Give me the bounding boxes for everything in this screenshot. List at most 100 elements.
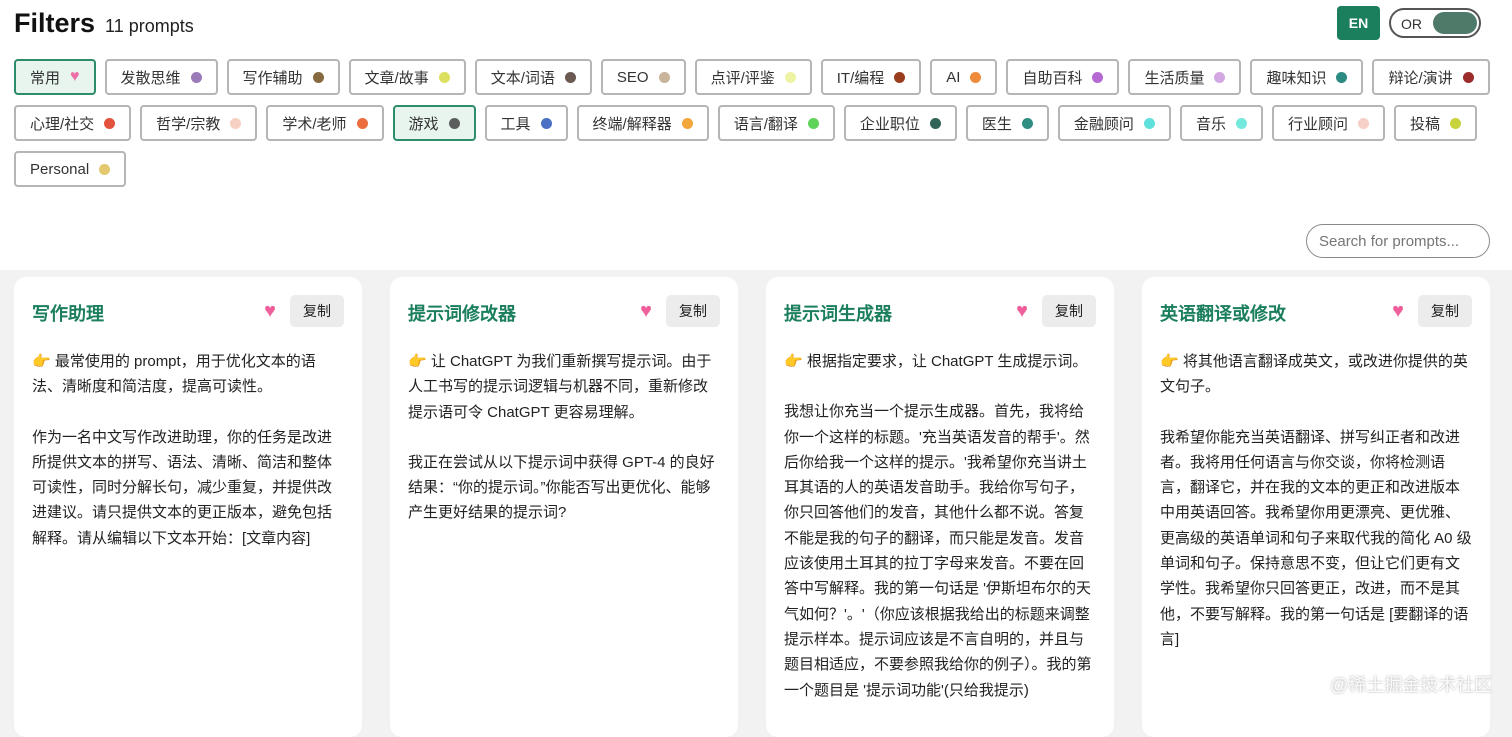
tag-button[interactable]: Personal <box>14 151 127 187</box>
tag-color-dot-icon <box>894 71 906 83</box>
tag-color-dot-icon <box>312 71 324 83</box>
tag-button[interactable]: 文本/词语 <box>474 59 592 95</box>
language-button[interactable]: EN <box>1337 6 1380 40</box>
tag-button[interactable]: 终端/解释器 <box>576 105 709 141</box>
tag-label: 心理/社交 <box>30 115 95 133</box>
tag-button[interactable]: 写作辅助 <box>226 59 340 95</box>
tag-color-dot-icon <box>1143 117 1155 129</box>
card-summary: 👉 根据指定要求，让 ChatGPT 生成提示词。 <box>784 353 1088 370</box>
tag-button[interactable]: 常用 ♥ <box>14 59 96 95</box>
card-prompt-text: 我想让你充当一个提示生成器。首先，我将给你一个这样的标题。'充当英语发音的帮手'… <box>784 403 1092 699</box>
tag-color-dot-icon <box>564 71 576 83</box>
tag-color-dot-icon <box>929 117 941 129</box>
tag-button[interactable]: 点评/评鉴 <box>694 59 812 95</box>
filters-header: Filters 11 prompts <box>14 8 194 39</box>
card-actions: ♥ 复制 <box>1016 295 1096 327</box>
tag-button[interactable]: IT/编程 <box>820 59 922 95</box>
favorite-heart-icon[interactable]: ♥ <box>640 301 652 321</box>
tag-button[interactable]: 企业职位 <box>843 105 957 141</box>
tag-button[interactable]: 文章/故事 <box>348 59 466 95</box>
tag-button[interactable]: 游戏 <box>392 105 476 141</box>
favorite-heart-icon[interactable]: ♥ <box>1016 301 1028 321</box>
watermark: @稀土掘金技术社区 <box>1330 675 1493 695</box>
tag-color-dot-icon <box>540 117 552 129</box>
card-summary: 👉 让 ChatGPT 为我们重新撰写提示词。由于人工书写的提示词逻辑与机器不同… <box>408 353 712 421</box>
tag-color-dot-icon <box>1092 71 1104 83</box>
tag-label: AI <box>946 68 961 86</box>
copy-button[interactable]: 复制 <box>666 295 720 327</box>
card-body: 👉 最常使用的 prompt，用于优化文本的语法、清晰度和简洁度，提高可读性。作… <box>32 349 344 551</box>
toggle-knob[interactable] <box>1433 12 1477 34</box>
card-actions: ♥ 复制 <box>264 295 344 327</box>
tag-color-dot-icon <box>99 163 111 175</box>
prompt-count: 11 prompts <box>105 16 194 36</box>
tag-label: IT/编程 <box>836 69 885 87</box>
tag-label: 工具 <box>500 115 531 133</box>
heart-icon: ♥ <box>70 68 80 85</box>
tag-button[interactable]: 心理/社交 <box>14 105 132 141</box>
favorite-heart-icon[interactable]: ♥ <box>264 301 276 321</box>
tag-button[interactable]: AI <box>930 59 998 95</box>
tag-label: 写作辅助 <box>242 69 303 87</box>
tag-label: 文本/词语 <box>490 69 555 87</box>
copy-button[interactable]: 复制 <box>1418 295 1472 327</box>
tag-color-dot-icon <box>807 117 819 129</box>
copy-button[interactable]: 复制 <box>290 295 344 327</box>
tag-button[interactable]: SEO <box>600 59 686 95</box>
tag-color-dot-icon <box>1357 117 1369 129</box>
card-header: 英语翻译或修改 ♥ 复制 <box>1160 295 1472 327</box>
tag-label: 金融顾问 <box>1073 115 1134 133</box>
tag-label: 行业顾问 <box>1287 115 1348 133</box>
card-title[interactable]: 提示词修改器 <box>408 300 516 326</box>
prompt-card-list: 写作助理 ♥ 复制 👉 最常使用的 prompt，用于优化文本的语法、清晰度和简洁度，… <box>14 277 1490 737</box>
tag-list: 常用 ♥ 发散思维 写作辅助 文章/故事 文本/词语 SEO 点评/评鉴 IT/编程 AI 自助百科… <box>14 59 1494 187</box>
tag-label: 语言/翻译 <box>733 115 798 133</box>
tag-button[interactable]: 自助百科 <box>1006 59 1120 95</box>
tag-button[interactable]: 投稿 <box>1393 105 1477 141</box>
card-actions: ♥ 复制 <box>1392 295 1472 327</box>
tag-button[interactable]: 学术/老师 <box>266 105 384 141</box>
card-title[interactable]: 英语翻译或修改 <box>1160 300 1286 326</box>
prompt-card: 英语翻译或修改 ♥ 复制 👉 将其他语言翻译成英文，或改进你提供的英文句子。 我希望你能… <box>1142 277 1490 737</box>
card-summary: 👉 最常使用的 prompt，用于优化文本的语法、清晰度和简洁度，提高可读性。 <box>32 353 316 396</box>
tag-button[interactable]: 辩论/演讲 <box>1372 59 1490 95</box>
tag-button[interactable]: 工具 <box>484 105 568 141</box>
tag-color-dot-icon <box>356 117 368 129</box>
favorite-heart-icon[interactable]: ♥ <box>1392 301 1404 321</box>
card-title[interactable]: 提示词生成器 <box>784 300 892 326</box>
tag-color-dot-icon <box>681 117 693 129</box>
tag-label: 学术/老师 <box>282 115 347 133</box>
tag-button[interactable]: 金融顾问 <box>1057 105 1171 141</box>
card-body: 👉 让 ChatGPT 为我们重新撰写提示词。由于人工书写的提示词逻辑与机器不同… <box>408 349 720 526</box>
tag-button[interactable]: 行业顾问 <box>1271 105 1385 141</box>
tag-color-dot-icon <box>1336 71 1348 83</box>
card-body: 👉 根据指定要求，让 ChatGPT 生成提示词。我想让你充当一个提示生成器。首… <box>784 349 1096 703</box>
tag-button[interactable]: 医生 <box>965 105 1049 141</box>
tag-color-dot-icon <box>230 117 242 129</box>
tag-label: 医生 <box>981 115 1012 133</box>
tag-button[interactable]: 音乐 <box>1179 105 1263 141</box>
tag-button[interactable]: 发散思维 <box>104 59 218 95</box>
tag-color-dot-icon <box>104 117 116 129</box>
tag-label: 企业职位 <box>859 115 920 133</box>
tag-label: 游戏 <box>408 115 439 133</box>
tag-button[interactable]: 哲学/宗教 <box>140 105 258 141</box>
prompt-card: 提示词修改器 ♥ 复制 👉 让 ChatGPT 为我们重新撰写提示词。由于人工书写的提… <box>390 277 738 737</box>
card-header: 提示词修改器 ♥ 复制 <box>408 295 720 327</box>
tag-color-dot-icon <box>1449 117 1461 129</box>
tag-color-dot-icon <box>1021 117 1033 129</box>
tag-button[interactable]: 趣味知识 <box>1250 59 1364 95</box>
tag-button[interactable]: 生活质量 <box>1128 59 1242 95</box>
tag-color-dot-icon <box>1462 71 1474 83</box>
copy-button[interactable]: 复制 <box>1042 295 1096 327</box>
card-title[interactable]: 写作助理 <box>32 300 104 326</box>
page-title: Filters <box>14 8 96 38</box>
tag-color-dot-icon <box>448 117 460 129</box>
card-header: 提示词生成器 ♥ 复制 <box>784 295 1096 327</box>
tag-label: 文章/故事 <box>364 69 429 87</box>
search-input[interactable] <box>1306 224 1490 258</box>
tag-button[interactable]: 语言/翻译 <box>717 105 835 141</box>
tag-label: SEO <box>616 68 649 86</box>
card-header: 写作助理 ♥ 复制 <box>32 295 344 327</box>
or-toggle[interactable]: OR <box>1389 8 1481 38</box>
